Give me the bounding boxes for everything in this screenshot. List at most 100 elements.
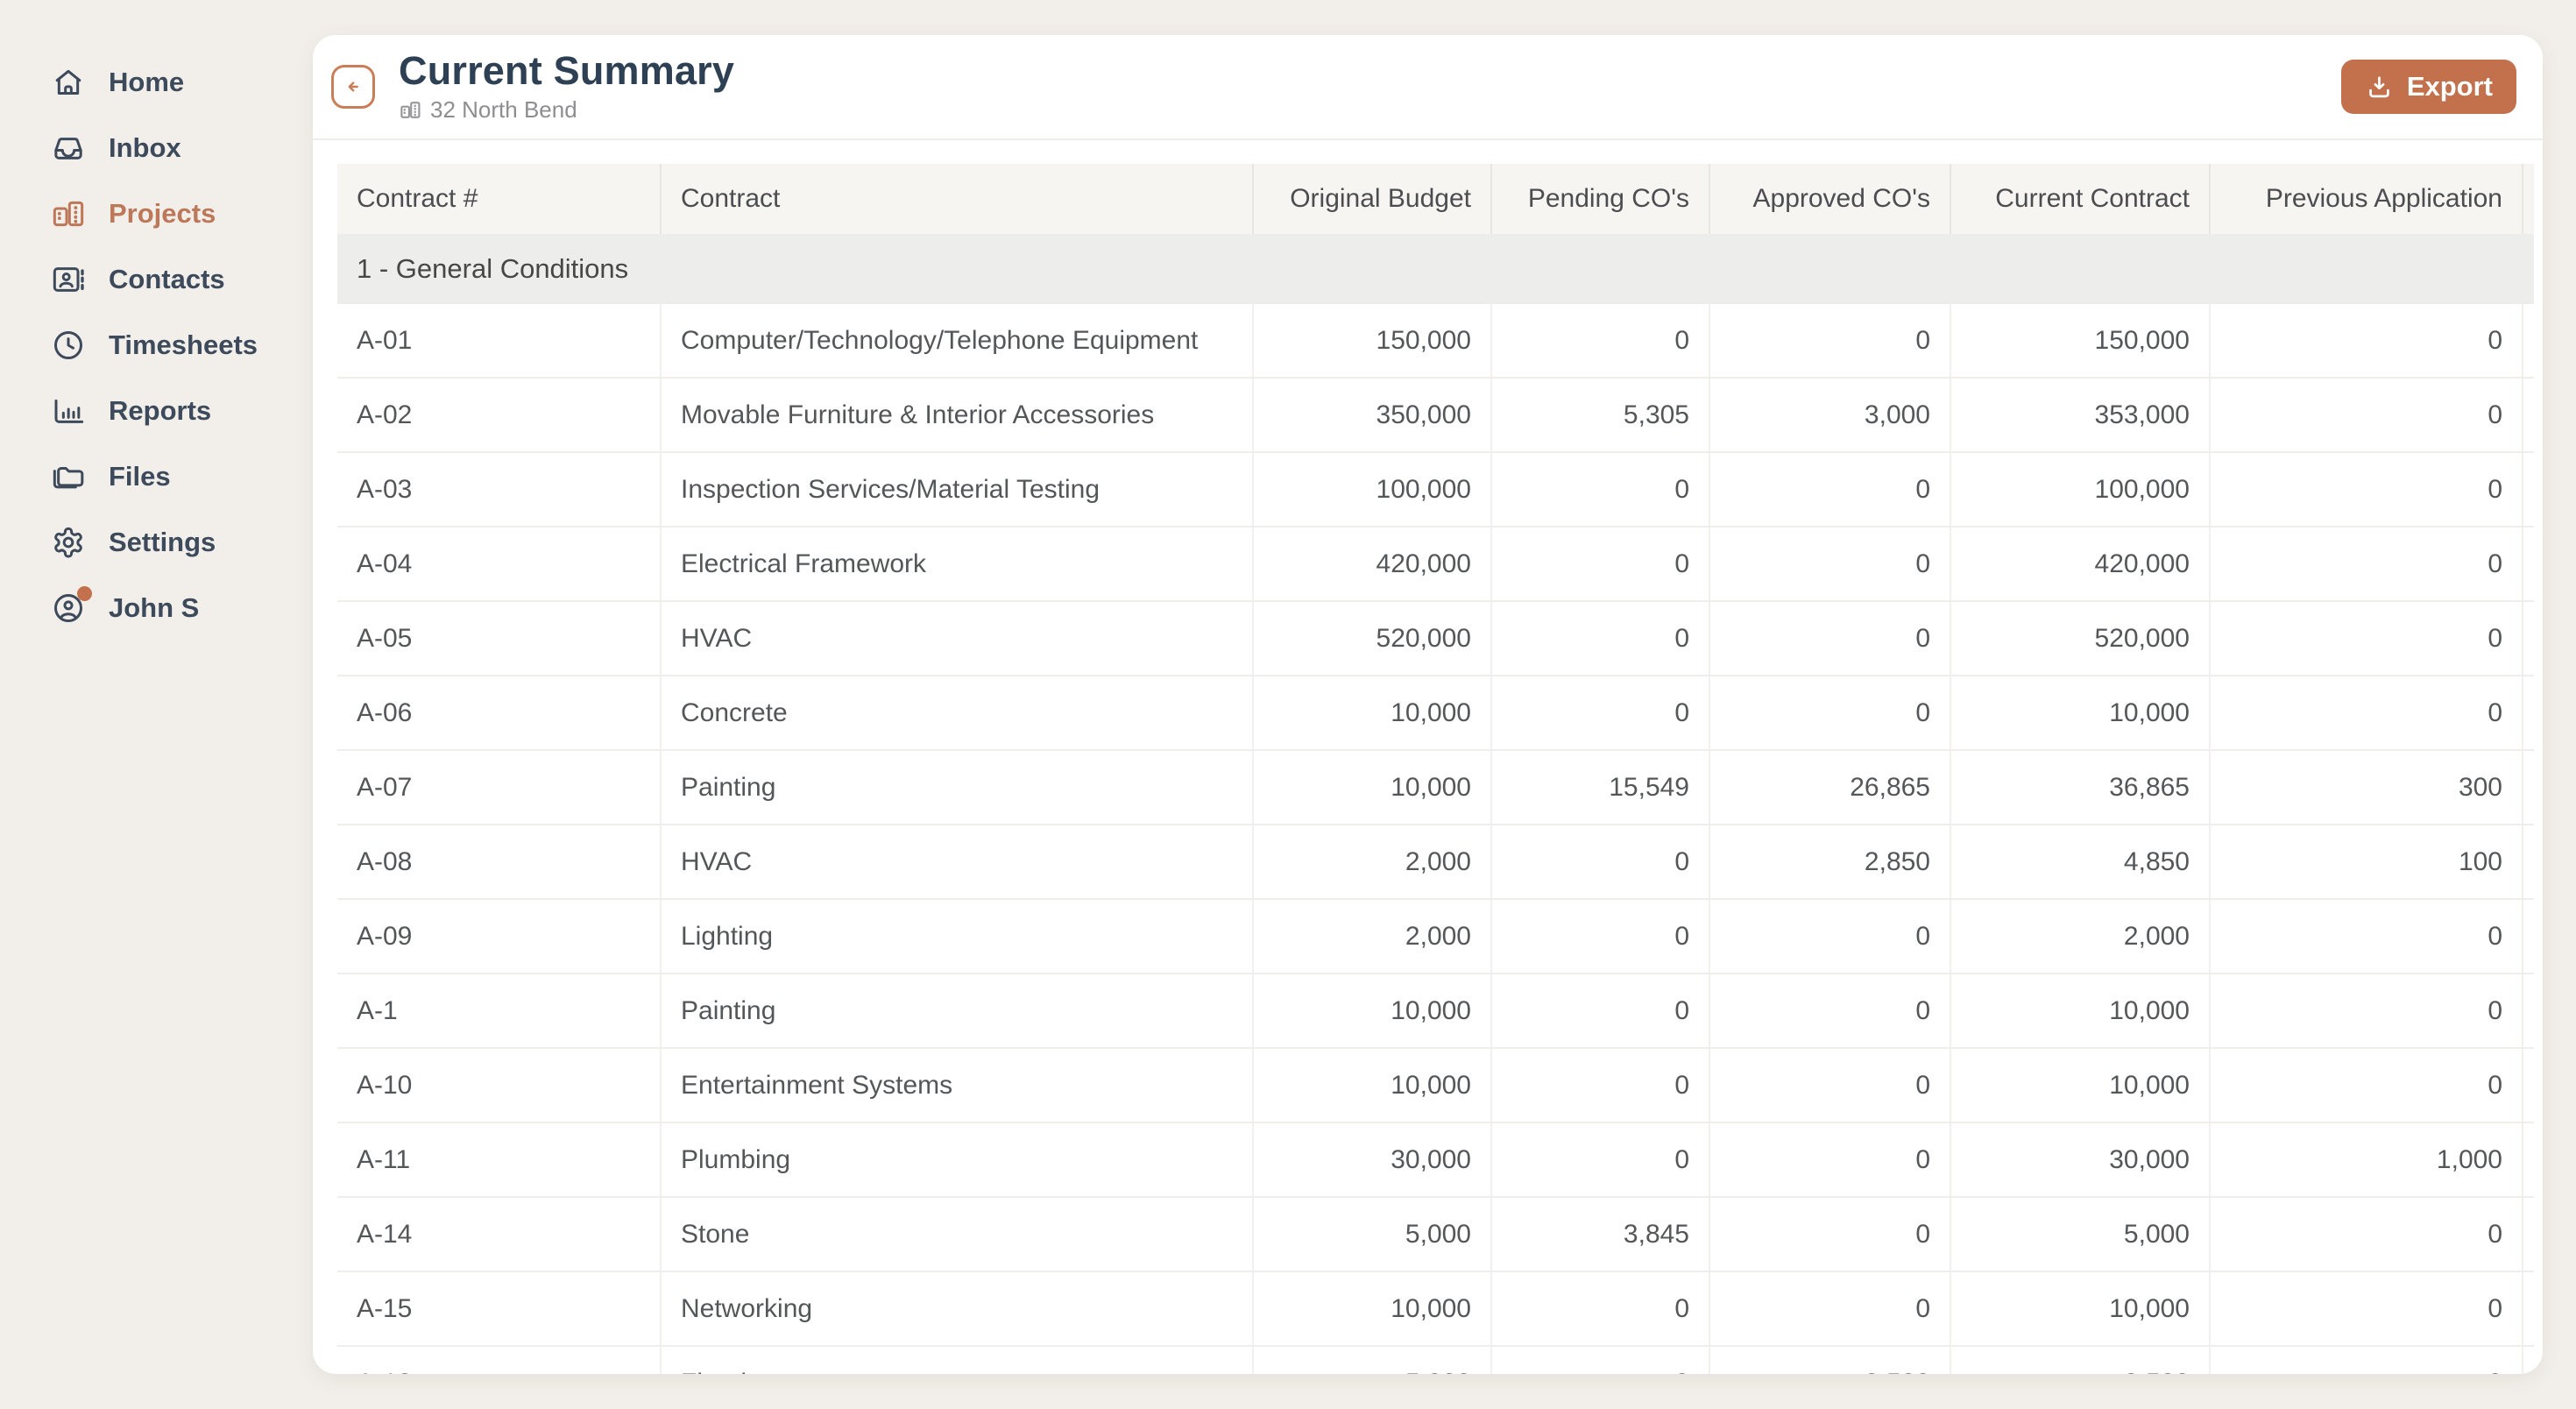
table-row[interactable]: A-09Lighting2,000002,0000 [337, 899, 2534, 974]
sidebar-item-files[interactable]: Files [0, 443, 313, 509]
cell-contract: Stone [661, 1197, 1253, 1271]
cell-contract_no: A-18 [337, 1346, 661, 1374]
cell-present_application [2523, 676, 2534, 750]
sidebar-item-profile[interactable]: John S [0, 575, 313, 641]
cell-contract_no: A-10 [337, 1048, 661, 1122]
sidebar-item-settings[interactable]: Settings [0, 509, 313, 575]
cell-present_application [2523, 527, 2534, 601]
cell-original_budget: 10,000 [1253, 750, 1491, 825]
sidebar-item-label: Reports [109, 395, 211, 427]
back-button[interactable] [331, 65, 375, 109]
cell-present_application [2523, 750, 2534, 825]
cell-pending_cos: 0 [1491, 676, 1709, 750]
cell-approved_cos: 0 [1709, 1048, 1950, 1122]
cell-previous_application: 0 [2210, 1197, 2523, 1271]
table-row[interactable]: A-08HVAC2,00002,8504,850100 [337, 825, 2534, 899]
table-row[interactable]: A-10Entertainment Systems10,0000010,0000 [337, 1048, 2534, 1122]
column-header-current_contract: Current Contract [1950, 164, 2210, 234]
sidebar-item-timesheets[interactable]: Timesheets [0, 312, 313, 378]
sidebar-item-home[interactable]: Home [0, 49, 313, 115]
table-row[interactable]: A-15Networking10,0000010,0000 [337, 1271, 2534, 1346]
column-header-approved_cos: Approved CO's [1709, 164, 1950, 234]
gear-icon [49, 523, 88, 562]
cell-contract_no: A-05 [337, 601, 661, 676]
cell-contract: Networking [661, 1271, 1253, 1346]
section-label: 1 - General Conditions [337, 234, 2534, 304]
cell-current_contract: 353,000 [1950, 378, 2210, 452]
cell-current_contract: 10,000 [1950, 1048, 2210, 1122]
cell-original_budget: 420,000 [1253, 527, 1491, 601]
table-row[interactable]: A-05HVAC520,00000520,0000 [337, 601, 2534, 676]
cell-previous_application: 0 [2210, 1271, 2523, 1346]
folder-icon [49, 457, 88, 496]
cell-contract: Concrete [661, 676, 1253, 750]
cell-contract: Painting [661, 750, 1253, 825]
cell-contract_no: A-11 [337, 1122, 661, 1197]
cell-contract_no: A-09 [337, 899, 661, 974]
cell-approved_cos: 0 [1709, 974, 1950, 1048]
table-scroll-area[interactable]: Contract #ContractOriginal BudgetPending… [337, 164, 2534, 1374]
cell-pending_cos: 0 [1491, 1122, 1709, 1197]
table-row[interactable]: A-18Flooring5,00003,5208,5200 [337, 1346, 2534, 1374]
cell-current_contract: 8,520 [1950, 1346, 2210, 1374]
page-header: Current Summary 32 North Bend Export [313, 35, 2543, 140]
cell-contract_no: A-04 [337, 527, 661, 601]
download-icon [2365, 73, 2394, 102]
cell-current_contract: 36,865 [1950, 750, 2210, 825]
cell-current_contract: 30,000 [1950, 1122, 2210, 1197]
table-row[interactable]: A-14Stone5,0003,84505,0000 [337, 1197, 2534, 1271]
project-subtitle: 32 North Bend [399, 96, 734, 124]
cell-contract_no: A-02 [337, 378, 661, 452]
cell-approved_cos: 0 [1709, 1271, 1950, 1346]
cell-approved_cos: 2,850 [1709, 825, 1950, 899]
table-row[interactable]: A-04Electrical Framework420,00000420,000… [337, 527, 2534, 601]
cell-original_budget: 30,000 [1253, 1122, 1491, 1197]
user-avatar-icon [49, 589, 88, 627]
cell-current_contract: 4,850 [1950, 825, 2210, 899]
table-row[interactable]: A-07Painting10,00015,54926,86536,865300 [337, 750, 2534, 825]
cell-pending_cos: 0 [1491, 601, 1709, 676]
export-button[interactable]: Export [2341, 60, 2516, 114]
column-header-present_application: Present App [2523, 164, 2534, 234]
cell-previous_application: 0 [2210, 899, 2523, 974]
sidebar-item-inbox[interactable]: Inbox [0, 115, 313, 181]
sidebar: Home Inbox Projects Contacts Timesheets [0, 0, 313, 641]
sidebar-item-label: Projects [109, 198, 216, 230]
cell-pending_cos: 0 [1491, 974, 1709, 1048]
table-row[interactable]: A-1Painting10,0000010,0000 [337, 974, 2534, 1048]
table-row[interactable]: A-06Concrete10,0000010,0000 [337, 676, 2534, 750]
clock-icon [49, 326, 88, 365]
cell-contract_no: A-08 [337, 825, 661, 899]
sidebar-item-contacts[interactable]: Contacts [0, 246, 313, 312]
cell-previous_application: 300 [2210, 750, 2523, 825]
cell-pending_cos: 0 [1491, 1271, 1709, 1346]
cell-previous_application: 0 [2210, 304, 2523, 378]
cell-contract: Electrical Framework [661, 527, 1253, 601]
cell-approved_cos: 0 [1709, 601, 1950, 676]
cell-original_budget: 100,000 [1253, 452, 1491, 527]
cell-original_budget: 10,000 [1253, 1048, 1491, 1122]
cell-pending_cos: 0 [1491, 527, 1709, 601]
cell-contract: Computer/Technology/Telephone Equipment [661, 304, 1253, 378]
table-row[interactable]: A-11Plumbing30,0000030,0001,000 [337, 1122, 2534, 1197]
table-row[interactable]: A-03Inspection Services/Material Testing… [337, 452, 2534, 527]
cell-contract_no: A-1 [337, 974, 661, 1048]
cell-previous_application: 0 [2210, 974, 2523, 1048]
sidebar-item-projects[interactable]: Projects [0, 181, 313, 246]
cell-contract: Plumbing [661, 1122, 1253, 1197]
notification-dot [77, 586, 92, 601]
table-row[interactable]: A-01Computer/Technology/Telephone Equipm… [337, 304, 2534, 378]
cell-pending_cos: 0 [1491, 1048, 1709, 1122]
building-icon [399, 98, 422, 122]
cell-current_contract: 10,000 [1950, 1271, 2210, 1346]
cell-current_contract: 10,000 [1950, 676, 2210, 750]
cell-contract_no: A-03 [337, 452, 661, 527]
sidebar-item-label: Files [109, 461, 171, 492]
cell-contract: Movable Furniture & Interior Accessories [661, 378, 1253, 452]
cell-present_application [2523, 974, 2534, 1048]
sidebar-item-label: Inbox [109, 132, 181, 164]
sidebar-item-reports[interactable]: Reports [0, 378, 313, 443]
table-row[interactable]: A-02Movable Furniture & Interior Accesso… [337, 378, 2534, 452]
cell-original_budget: 520,000 [1253, 601, 1491, 676]
back-arrow-icon [341, 74, 365, 99]
